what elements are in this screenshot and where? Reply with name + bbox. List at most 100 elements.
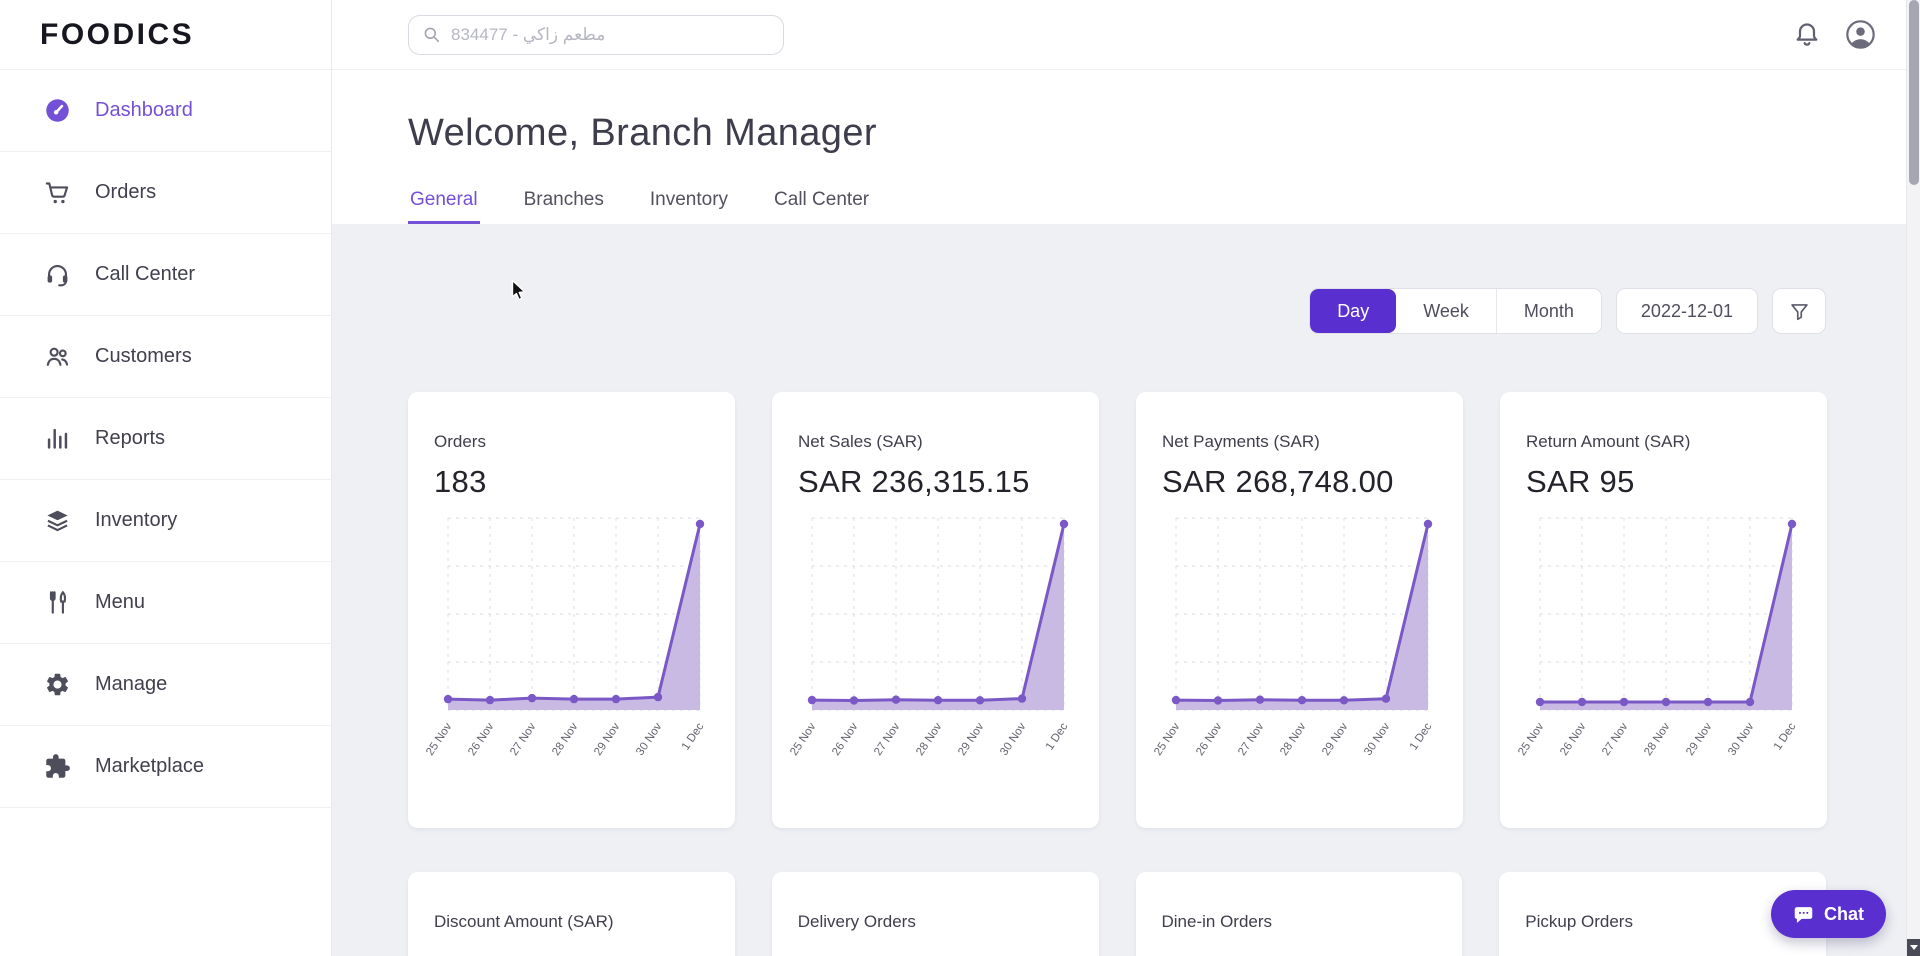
svg-text:1 Dec: 1 Dec [1408, 721, 1435, 753]
metric-title: Orders [434, 432, 486, 451]
sidebar-item-label: Menu [95, 591, 146, 613]
metric-card-discount-amount-sar: Discount Amount (SAR) [408, 872, 735, 956]
sidebar-item-marketplace[interactable]: Marketplace [0, 726, 331, 808]
svg-text:28 Nov: 28 Nov [1278, 721, 1308, 758]
metric-card-delivery-orders: Delivery Orders [771, 872, 1099, 956]
sidebar-item-label: Dashboard [95, 99, 193, 121]
search-input[interactable] [451, 24, 770, 45]
sidebar-item-label: Marketplace [95, 755, 204, 777]
date-picker[interactable]: 2022-12-01 [1615, 288, 1758, 334]
scrollbar-thumb[interactable] [1909, 0, 1919, 185]
svg-text:30 Nov: 30 Nov [634, 721, 664, 758]
metric-card-return-amount-sar: Return Amount (SAR) SAR 95 25 Nov 26 Nov 2… [1500, 392, 1827, 828]
sidebar-item-label: Reports [95, 427, 166, 449]
sidebar-item-dashboard[interactable]: Dashboard [0, 70, 331, 152]
svg-text:28 Nov: 28 Nov [1642, 721, 1672, 758]
svg-text:28 Nov: 28 Nov [914, 721, 944, 758]
page-title: Welcome, Branch Manager [408, 112, 877, 154]
search-icon [422, 25, 441, 44]
avatar-icon [1845, 19, 1876, 50]
period-toggle: Day Week Month [1309, 288, 1602, 334]
sidebar-item-menu[interactable]: Menu [0, 562, 331, 644]
inventory-icon [44, 507, 71, 534]
customers-icon [44, 343, 71, 370]
sidebar-item-customers[interactable]: Customers [0, 316, 331, 398]
svg-text:27 Nov: 27 Nov [508, 721, 538, 758]
svg-text:26 Nov: 26 Nov [1194, 721, 1224, 758]
period-week[interactable]: Week [1396, 289, 1496, 333]
sidebar-item-call-center[interactable]: Call Center [0, 234, 331, 316]
sidebar-item-label: Manage [95, 673, 168, 695]
metric-title: Dine-in Orders [1161, 912, 1273, 931]
metric-cards-row-1: Orders 183 25 Nov 26 Nov 27 Nov 28 Nov 29 No… [408, 392, 1827, 828]
topbar [332, 0, 1920, 70]
metric-chart: 25 Nov 26 Nov 27 Nov 28 Nov 29 Nov 30 Nov 1 De… [1152, 512, 1437, 807]
call-center-icon [44, 261, 71, 288]
dashboard-icon [44, 97, 71, 124]
chat-button[interactable]: Chat [1771, 890, 1886, 938]
chat-label: Chat [1824, 903, 1864, 924]
sidebar-item-label: Inventory [95, 509, 178, 531]
menu-icon [44, 589, 71, 616]
page-scrollbar [1906, 0, 1920, 956]
filter-funnel-icon [1789, 301, 1810, 322]
page-header: Welcome, Branch Manager General Branches I… [332, 70, 1920, 224]
metric-card-orders: Orders 183 25 Nov 26 Nov 27 Nov 28 Nov 29 No… [408, 392, 735, 828]
scroll-down-arrow-icon [1910, 945, 1918, 950]
dashboard-content: Day Week Month 2022-12-01 Orders 183 25 No… [332, 224, 1920, 956]
svg-text:25 Nov: 25 Nov [424, 721, 454, 758]
tab-bar: General Branches Inventory Call Center [408, 189, 1920, 224]
scrollbar-down-button[interactable] [1907, 939, 1920, 956]
svg-text:1 Dec: 1 Dec [1772, 721, 1799, 753]
svg-text:29 Nov: 29 Nov [956, 721, 986, 758]
svg-text:27 Nov: 27 Nov [1600, 721, 1630, 758]
sidebar-item-label: Customers [95, 345, 192, 367]
svg-text:30 Nov: 30 Nov [1726, 721, 1756, 758]
metric-chart: 25 Nov 26 Nov 27 Nov 28 Nov 29 Nov 30 Nov 1 De… [1516, 512, 1801, 807]
marketplace-icon [44, 753, 71, 780]
chat-icon [1793, 904, 1814, 925]
sidebar-item-orders[interactable]: Orders [0, 152, 331, 234]
metric-value: 183 [434, 464, 487, 499]
filter-button[interactable] [1772, 288, 1826, 334]
sidebar-item-label: Orders [95, 181, 157, 203]
tab-call-center[interactable]: Call Center [772, 189, 871, 224]
foodics-logo[interactable]: FOODICS [40, 18, 194, 52]
tab-branches[interactable]: Branches [522, 189, 606, 224]
svg-text:25 Nov: 25 Nov [1516, 721, 1546, 758]
notifications-button[interactable] [1793, 21, 1821, 49]
metric-card-dine-in-orders: Dine-in Orders [1135, 872, 1463, 956]
svg-text:29 Nov: 29 Nov [1320, 721, 1350, 758]
svg-text:29 Nov: 29 Nov [1684, 721, 1714, 758]
sidebar-item-label: Call Center [95, 263, 196, 285]
metric-title: Pickup Orders [1525, 912, 1633, 931]
metric-value: SAR 95 [1526, 464, 1635, 499]
svg-text:25 Nov: 25 Nov [788, 721, 818, 758]
tab-general[interactable]: General [408, 189, 480, 224]
sidebar: Dashboard Orders Call Center Customers R… [0, 70, 332, 956]
sidebar-item-reports[interactable]: Reports [0, 398, 331, 480]
sidebar-nav: Dashboard Orders Call Center Customers R… [0, 70, 331, 808]
main-area: Welcome, Branch Manager General Branches I… [332, 70, 1920, 956]
svg-text:30 Nov: 30 Nov [1362, 721, 1392, 758]
period-day[interactable]: Day [1310, 289, 1397, 333]
svg-text:30 Nov: 30 Nov [998, 721, 1028, 758]
svg-text:26 Nov: 26 Nov [466, 721, 496, 758]
search-box[interactable] [408, 14, 784, 55]
tab-inventory[interactable]: Inventory [648, 189, 730, 224]
svg-text:29 Nov: 29 Nov [592, 721, 622, 758]
svg-text:1 Dec: 1 Dec [1044, 721, 1071, 753]
profile-button[interactable] [1845, 19, 1876, 50]
metric-value: SAR 236,315.15 [798, 464, 1030, 499]
bell-icon [1793, 21, 1821, 49]
logo-cell: FOODICS [0, 0, 332, 70]
metric-title: Delivery Orders [797, 912, 916, 931]
metric-title: Net Sales (SAR) [798, 432, 923, 451]
sidebar-item-manage[interactable]: Manage [0, 644, 331, 726]
period-month[interactable]: Month [1495, 289, 1601, 333]
metric-title: Discount Amount (SAR) [434, 912, 614, 931]
metric-value: SAR 268,748.00 [1162, 464, 1394, 499]
metric-cards-row-2: Discount Amount (SAR) Delivery Orders Di… [408, 872, 1826, 956]
app-window: FOODICS Dashboard Orders Call Center Cus… [0, 0, 1920, 956]
sidebar-item-inventory[interactable]: Inventory [0, 480, 331, 562]
